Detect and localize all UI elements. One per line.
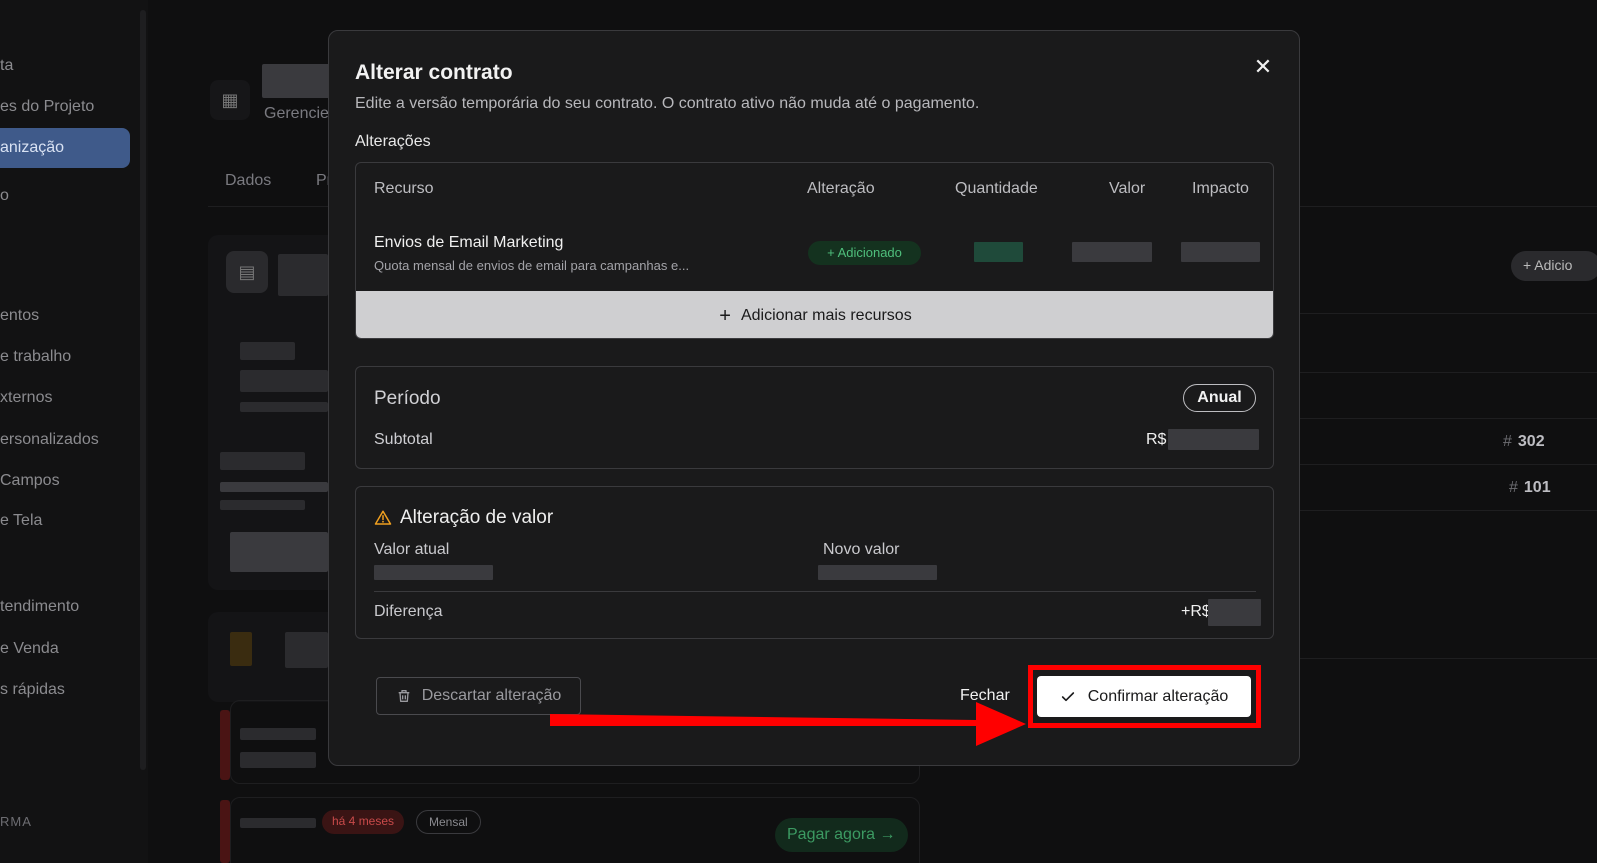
column-header-resource: Recurso: [374, 180, 434, 197]
redacted: [220, 452, 305, 470]
sidebar-item[interactable]: o: [0, 187, 9, 205]
row-number: #302: [1503, 433, 1545, 450]
redacted-impact: [1181, 242, 1260, 262]
redacted: [220, 500, 305, 510]
add-button[interactable]: + Adicio: [1511, 251, 1597, 281]
subtotal-label: Subtotal: [374, 431, 433, 448]
tab-dados[interactable]: Dados: [225, 172, 271, 190]
add-more-label: Adicionar mais recursos: [740, 306, 912, 324]
sidebar-item[interactable]: s rápidas: [0, 681, 65, 699]
redacted-title: [262, 64, 332, 98]
subtotal-currency: R$: [1146, 431, 1167, 448]
redacted: [285, 632, 328, 668]
add-more-resources-button[interactable]: + Adicionar mais recursos: [356, 291, 1273, 338]
difference-prefix: +R$: [1181, 603, 1211, 620]
redacted: [230, 632, 252, 666]
redacted: [278, 254, 328, 296]
bg-row-divider: [1300, 658, 1597, 659]
sidebar-item[interactable]: Campos: [0, 472, 60, 490]
bg-row-divider: [1300, 313, 1597, 314]
status-bar: [220, 800, 230, 863]
trash-icon: [398, 690, 410, 702]
bg-row-divider: [1300, 464, 1597, 465]
bg-row-divider: [1300, 372, 1597, 373]
value-change-title-text: Alteração de valor: [400, 507, 554, 528]
sidebar-scrollbar[interactable]: [140, 10, 146, 770]
sidebar: ta es do Projeto anização o entos e trab…: [0, 0, 148, 863]
difference-label: Diferença: [374, 603, 443, 620]
sidebar-item[interactable]: ta: [0, 57, 13, 75]
redacted-quantity: [974, 242, 1023, 262]
column-header-change: Alteração: [807, 180, 875, 197]
document-icon: ▤: [226, 251, 268, 293]
close-icon[interactable]: ✕: [1251, 55, 1275, 79]
sidebar-item[interactable]: e Tela: [0, 512, 42, 530]
modal-subtitle: Edite a versão temporária do seu contrat…: [355, 95, 980, 112]
period-toggle[interactable]: Anual: [1183, 384, 1256, 412]
new-value-label: Novo valor: [823, 541, 900, 558]
sidebar-item[interactable]: ersonalizados: [0, 431, 99, 449]
pay-now-button[interactable]: Pagar agora →: [775, 818, 908, 852]
warning-icon: [374, 510, 392, 525]
sidebar-item[interactable]: tendimento: [0, 598, 79, 616]
sidebar-section-label: RMA: [0, 814, 32, 829]
resource-name: Envios de Email Marketing: [374, 234, 564, 251]
changes-label: Alterações: [355, 133, 431, 150]
bg-row-divider: [1300, 510, 1597, 511]
period-section: Período Anual Subtotal R$: [355, 366, 1274, 469]
sidebar-item[interactable]: xternos: [0, 389, 52, 407]
column-header-quantity: Quantidade: [955, 180, 1038, 197]
column-header-value: Valor: [1109, 180, 1146, 197]
period-badge: Mensal: [416, 810, 481, 834]
sidebar-item[interactable]: e Venda: [0, 640, 59, 658]
redacted: [240, 402, 328, 412]
redacted-difference: [1208, 599, 1261, 626]
row-number: #101: [1509, 479, 1551, 496]
discard-label: Descartar alteração: [421, 687, 562, 704]
current-value-label: Valor atual: [374, 541, 450, 558]
period-label: Período: [374, 388, 441, 409]
annotation-highlight-box: [1028, 665, 1261, 728]
redacted: [220, 482, 328, 492]
header-subtitle: Gerencie: [264, 105, 329, 122]
alter-contract-modal: Alterar contrato Edite a versão temporár…: [328, 30, 1300, 766]
value-change-section: Alteração de valor Valor atual Novo valo…: [355, 486, 1274, 639]
redacted-subtotal: [1168, 429, 1259, 450]
modal-title: Alterar contrato: [355, 61, 513, 84]
plus-icon: +: [719, 304, 731, 327]
redacted-value: [1072, 242, 1152, 262]
redacted: [240, 342, 295, 360]
added-badge: + Adicionado: [808, 241, 921, 265]
redacted-current-value: [374, 565, 493, 580]
column-header-impact: Impacto: [1192, 180, 1249, 197]
sidebar-item[interactable]: es do Projeto: [0, 98, 94, 116]
bg-row-divider: [1300, 418, 1597, 419]
redacted: [240, 370, 328, 392]
sidebar-item-active[interactable]: anização: [0, 128, 130, 168]
resource-description: Quota mensal de envios de email para cam…: [374, 258, 690, 273]
redacted: [230, 532, 328, 572]
building-icon: ▦: [210, 80, 250, 120]
status-bar: [220, 710, 230, 780]
annotation-arrow-icon: [550, 702, 1026, 746]
redacted: [240, 818, 316, 828]
sidebar-item[interactable]: e trabalho: [0, 348, 71, 366]
value-change-title: Alteração de valor: [374, 507, 553, 529]
sidebar-item[interactable]: entos: [0, 307, 39, 325]
changes-table: Recurso Alteração Quantidade Valor Impac…: [355, 162, 1274, 339]
divider: [374, 591, 1256, 592]
redacted-new-value: [818, 565, 937, 580]
overdue-badge: há 4 meses: [322, 810, 405, 834]
